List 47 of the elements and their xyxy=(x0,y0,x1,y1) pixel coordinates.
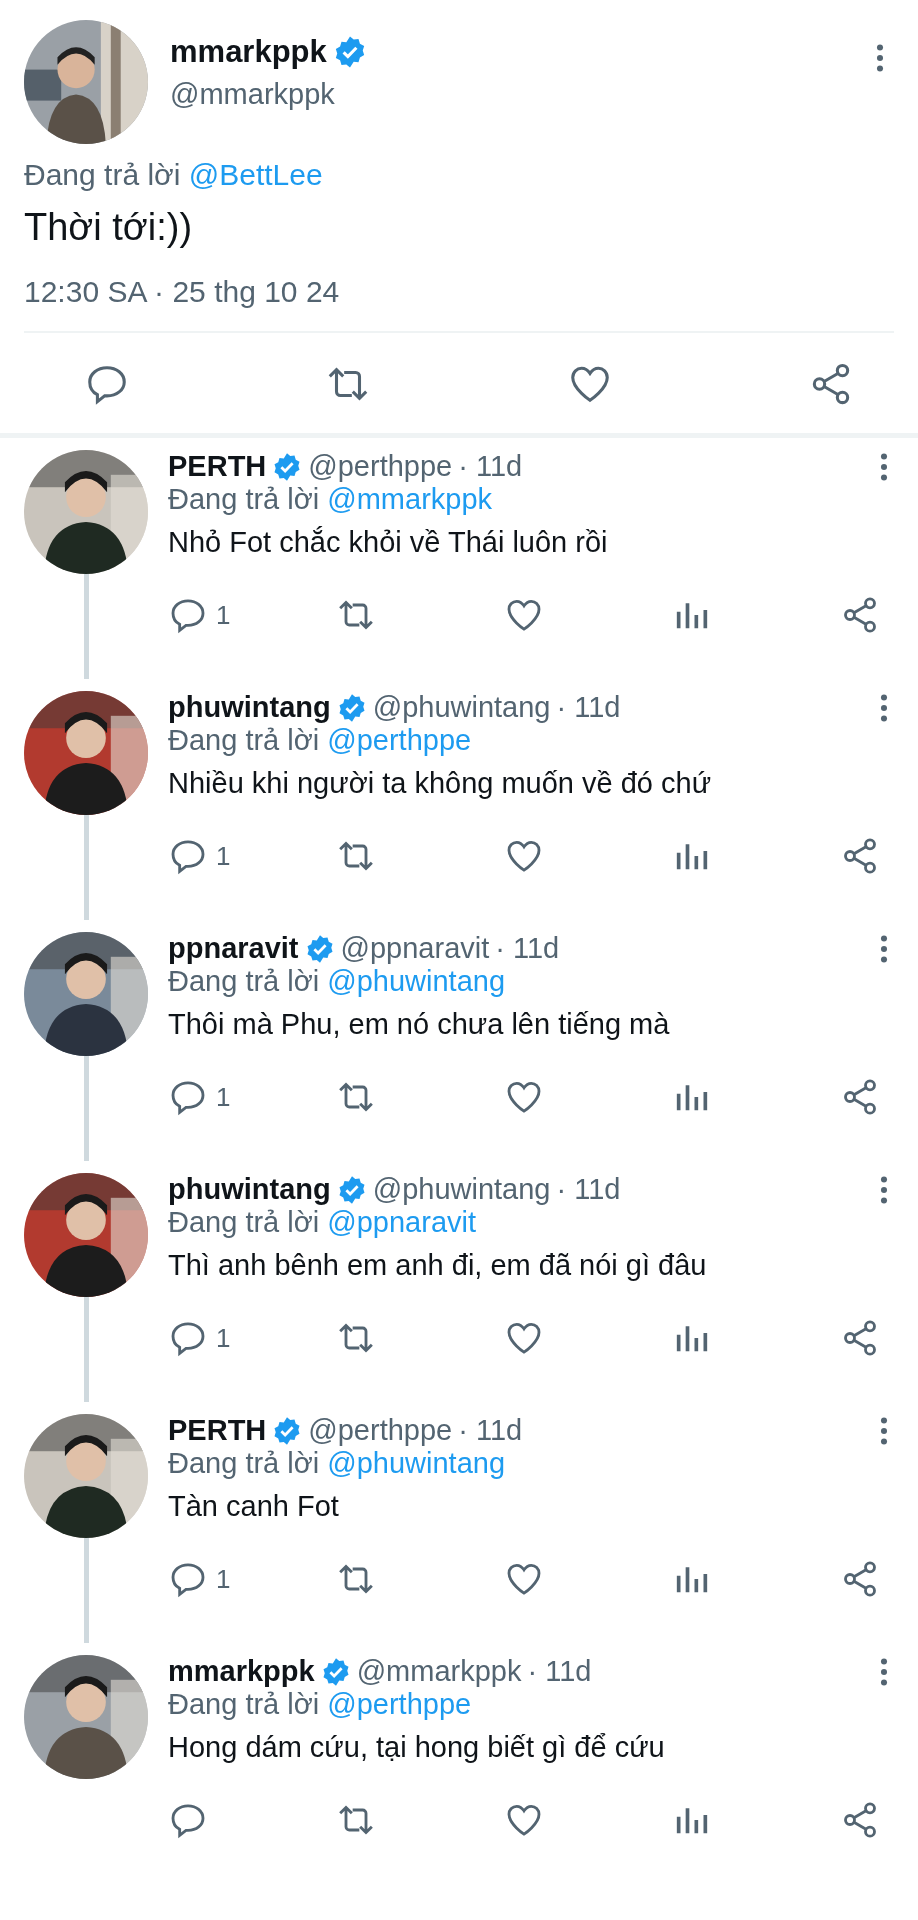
reply-text: Thì anh bênh em anh đi, em đã nói gì đâu xyxy=(168,1249,708,1282)
user-name[interactable]: mmarkppk xyxy=(170,34,327,70)
post-time: · 11d xyxy=(458,1414,523,1447)
reply-count: 1 xyxy=(216,840,231,872)
reply-count: 1 xyxy=(216,1322,231,1354)
replying-to-label: Đang trả lời xyxy=(168,1447,320,1479)
user-handle: @mmarkppk xyxy=(170,78,336,111)
more-options-icon[interactable] xyxy=(880,1175,888,1204)
more-options-icon[interactable] xyxy=(880,934,888,963)
reply-count: 1 xyxy=(216,1563,231,1595)
user-name[interactable]: phuwintang xyxy=(168,1173,331,1206)
more-options-icon[interactable] xyxy=(880,1657,888,1686)
post-time: · 11d xyxy=(458,450,523,483)
user-name[interactable]: ppnaravit xyxy=(168,932,299,965)
replying-to-label: Đang trả lời xyxy=(168,1688,320,1720)
user-name[interactable]: PERTH xyxy=(168,450,267,483)
reply-text: Nhiều khi người ta không muốn về đó chứ xyxy=(168,767,713,800)
more-options-icon[interactable] xyxy=(880,693,888,722)
more-options-icon[interactable] xyxy=(880,452,888,481)
reply-text: Nhỏ Fot chắc khỏi về Thái luôn rồi xyxy=(168,526,609,559)
user-name[interactable]: phuwintang xyxy=(168,691,331,724)
tweet-text: Thời tới:)) xyxy=(24,206,194,249)
reply-count: 1 xyxy=(216,1081,231,1113)
reply-text: Hong dám cứu, tại hong biết gì để cứu xyxy=(168,1731,666,1764)
user-handle: @phuwintang xyxy=(372,1173,551,1206)
user-handle: @mmarkppk xyxy=(356,1655,522,1688)
more-options-icon[interactable] xyxy=(880,1416,888,1445)
user-handle: @phuwintang xyxy=(372,691,551,724)
user-handle: @ppnaravit xyxy=(340,932,490,965)
timestamp: 12:30 SA · 25 thg 10 24 xyxy=(24,275,894,333)
reply-count: 1 xyxy=(216,599,231,631)
post-time: · 11d xyxy=(556,691,621,724)
post-time: · 11d xyxy=(556,1173,621,1206)
replying-to-label: Đang trả lời xyxy=(168,483,320,515)
replying-to-label: Đang trả lời xyxy=(168,724,320,756)
user-handle: @perthppe xyxy=(308,450,453,483)
post-time: · 11d xyxy=(495,932,560,965)
more-options-icon[interactable] xyxy=(876,44,884,72)
reply-text: Thôi mà Phu, em nó chưa lên tiếng mà xyxy=(168,1008,671,1041)
post-time: · 11d xyxy=(527,1655,592,1688)
replying-to-label: Đang trả lời xyxy=(168,1206,320,1238)
user-name[interactable]: mmarkppk xyxy=(168,1655,315,1688)
user-handle: @perthppe xyxy=(308,1414,453,1447)
replying-to-label: Đang trả lời xyxy=(168,965,320,997)
reply-text: Tàn canh Fot xyxy=(168,1490,340,1523)
replying-to-label: Đang trả lời xyxy=(24,158,181,191)
user-name[interactable]: PERTH xyxy=(168,1414,267,1447)
